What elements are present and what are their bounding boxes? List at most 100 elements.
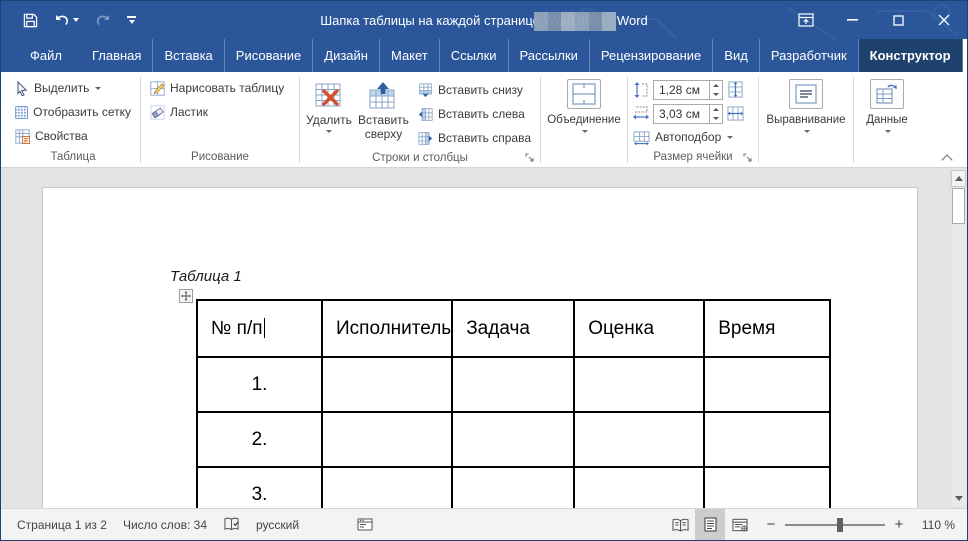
row-height-input[interactable]: 1,28 см: [653, 80, 723, 100]
undo-dropdown-caret[interactable]: [73, 18, 79, 22]
undo-button[interactable]: [54, 13, 79, 27]
table-properties-button[interactable]: Свойства: [11, 125, 135, 147]
data-button[interactable]: Данные: [859, 77, 915, 165]
scroll-down-button[interactable]: [951, 490, 966, 507]
page-indicator[interactable]: Страница 1 из 2: [9, 509, 115, 540]
header-cell-number[interactable]: № п/п: [197, 300, 322, 357]
print-layout-icon: [704, 517, 717, 532]
zoom-out-button[interactable]: −: [765, 516, 777, 533]
data-dropdown-caret[interactable]: [885, 130, 891, 133]
table-move-handle[interactable]: [179, 289, 193, 303]
table-row[interactable]: 2.: [197, 412, 830, 467]
word-document-table[interactable]: № п/п Исполнитель Задача Оценка Время 1.…: [196, 299, 831, 508]
body-cell[interactable]: [452, 412, 574, 467]
delete-dropdown-caret[interactable]: [326, 130, 332, 133]
body-cell[interactable]: [452, 467, 574, 508]
column-width-input[interactable]: 3,03 см: [653, 104, 723, 124]
column-width-spinner[interactable]: [709, 105, 722, 123]
body-cell[interactable]: [704, 412, 830, 467]
collapse-ribbon-button[interactable]: [943, 155, 953, 161]
tab-table-layout-active[interactable]: Макет: [963, 39, 968, 72]
group-label-cell-size: Размер ячейки: [629, 150, 757, 167]
web-layout-button[interactable]: [725, 509, 755, 540]
insert-above-button[interactable]: Вставить сверху: [355, 77, 412, 149]
maximize-button[interactable]: [875, 1, 921, 39]
header-cell-executor[interactable]: Исполнитель: [322, 300, 452, 357]
tab-table-design[interactable]: Конструктор: [859, 39, 963, 72]
zoom-percentage[interactable]: 110 %: [915, 518, 959, 532]
zoom-in-button[interactable]: +: [893, 516, 905, 533]
row-height-icon: [633, 82, 649, 98]
tab-insert[interactable]: Вставка: [153, 39, 224, 72]
delete-button[interactable]: Удалить: [305, 77, 353, 149]
insert-below-button[interactable]: Вставить снизу: [414, 79, 535, 101]
body-cell[interactable]: [452, 357, 574, 412]
body-cell[interactable]: 1.: [197, 357, 322, 412]
body-cell[interactable]: [322, 412, 452, 467]
body-cell[interactable]: [574, 357, 704, 412]
body-cell[interactable]: 2.: [197, 412, 322, 467]
proofing-status[interactable]: [215, 509, 248, 540]
table-row[interactable]: 1.: [197, 357, 830, 412]
macro-recording-button[interactable]: [349, 509, 381, 540]
merge-button[interactable]: Объединение: [546, 77, 622, 165]
tab-home[interactable]: Главная: [81, 39, 153, 72]
body-cell[interactable]: [322, 357, 452, 412]
header-cell-task[interactable]: Задача: [452, 300, 574, 357]
tab-file[interactable]: Файл: [19, 39, 73, 72]
autofit-button[interactable]: Автоподбор: [633, 126, 753, 148]
customize-quick-access-button[interactable]: [127, 16, 136, 24]
view-gridlines-button[interactable]: Отобразить сетку: [11, 101, 135, 123]
insert-right-button[interactable]: Вставить справа: [414, 127, 535, 149]
vertical-scrollbar[interactable]: [950, 170, 966, 507]
table-header-row[interactable]: № п/п Исполнитель Задача Оценка Время: [197, 300, 830, 357]
language-indicator[interactable]: русский: [248, 509, 307, 540]
insert-left-button[interactable]: Вставить слева: [414, 103, 535, 125]
rows-columns-dialog-launcher[interactable]: [524, 153, 536, 165]
body-cell[interactable]: [322, 467, 452, 508]
minimize-button[interactable]: [829, 1, 875, 39]
document-page[interactable]: Таблица 1 № п/п Исполнитель Задача Оценк…: [42, 187, 918, 508]
tab-review[interactable]: Рецензирование: [590, 39, 713, 72]
eraser-button[interactable]: Ластик: [146, 101, 294, 123]
header-cell-time[interactable]: Время: [704, 300, 830, 357]
body-cell[interactable]: 3.: [197, 467, 322, 508]
select-button[interactable]: Выделить: [11, 77, 135, 99]
zoom-slider-thumb[interactable]: [837, 518, 843, 532]
row-height-spinner[interactable]: [709, 81, 722, 99]
group-table: Выделить Отобразить сетку Свойства Табли…: [7, 75, 139, 167]
cell-size-dialog-launcher[interactable]: [742, 153, 754, 165]
table-caption: Таблица 1: [170, 268, 242, 285]
merge-dropdown-caret[interactable]: [582, 130, 588, 133]
insert-below-icon: [418, 83, 433, 98]
alignment-button[interactable]: Выравнивание: [764, 77, 848, 165]
group-rows-columns: Удалить Вставить сверху Вставить снизу: [301, 75, 539, 167]
tab-layout[interactable]: Макет: [380, 39, 440, 72]
scrollbar-thumb[interactable]: [952, 188, 965, 224]
scroll-up-button[interactable]: [951, 170, 966, 187]
word-window: Шапка таблицы на каждой странице Word.do…: [0, 0, 968, 541]
tab-mailings[interactable]: Рассылки: [509, 39, 590, 72]
zoom-slider[interactable]: [785, 524, 885, 526]
close-button[interactable]: [921, 1, 967, 39]
body-cell[interactable]: [704, 467, 830, 508]
tab-developer[interactable]: Разработчик: [760, 39, 859, 72]
body-cell[interactable]: [574, 412, 704, 467]
distribute-rows-icon[interactable]: [727, 81, 744, 98]
table-row[interactable]: 3.: [197, 467, 830, 508]
ribbon-display-options-button[interactable]: [783, 1, 829, 39]
print-layout-button[interactable]: [695, 509, 725, 540]
body-cell[interactable]: [574, 467, 704, 508]
tab-design[interactable]: Дизайн: [313, 39, 380, 72]
draw-table-button[interactable]: Нарисовать таблицу: [146, 77, 294, 99]
word-count[interactable]: Число слов: 34: [115, 509, 215, 540]
tab-view[interactable]: Вид: [713, 39, 760, 72]
header-cell-grade[interactable]: Оценка: [574, 300, 704, 357]
alignment-dropdown-caret[interactable]: [804, 130, 810, 133]
tab-draw[interactable]: Рисование: [225, 39, 313, 72]
distribute-columns-icon[interactable]: [727, 105, 744, 122]
save-button[interactable]: [23, 13, 38, 28]
tab-references[interactable]: Ссылки: [440, 39, 509, 72]
read-mode-button[interactable]: [665, 509, 695, 540]
body-cell[interactable]: [704, 357, 830, 412]
